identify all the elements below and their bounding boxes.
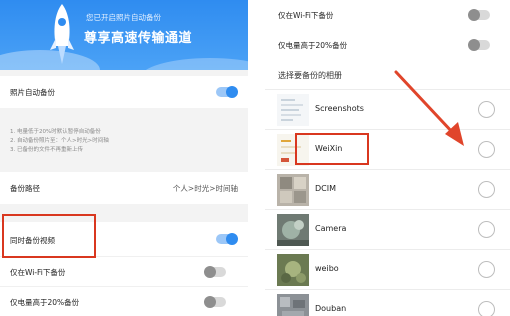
album-radio[interactable] [478, 301, 495, 316]
banner-subtitle: 您已开启照片自动备份 [86, 13, 161, 22]
backup-notes: 1. 电量低于20%时默认暂停自动备份 2. 自动备份照片至：个人>时光>时间轴… [10, 128, 109, 155]
note-3: 3. 已备份的文件不再重新上传 [10, 147, 83, 153]
wifi-only-row[interactable]: 仅在Wi-Fi下备份 [0, 256, 248, 286]
backup-banner: 您已开启照片自动备份 尊享高速传输通道 [0, 0, 248, 70]
wifi-only-label: 仅在Wi-Fi下备份 [10, 268, 66, 277]
backup-path-value: 个人>时光>时间轴 [172, 184, 238, 193]
album-thumbnail [277, 214, 309, 246]
album-thumbnail [277, 94, 309, 126]
album-section-title: 选择要备份的相册 [278, 71, 342, 80]
banner-title: 尊享高速传输通道 [84, 31, 193, 46]
backup-path-row[interactable]: 备份路径 个人>时光>时间轴 [0, 172, 248, 204]
album-name: Camera [315, 224, 347, 233]
album-thumbnail [277, 174, 309, 206]
note-2: 2. 自动备份照片至：个人>时光>时间轴 [10, 138, 109, 144]
battery-toggle[interactable] [204, 296, 226, 308]
battery-row[interactable]: 仅电量高于20%备份 [0, 286, 248, 316]
backup-video-toggle[interactable] [216, 233, 238, 245]
album-radio[interactable] [478, 221, 495, 238]
album-thumbnail [277, 294, 309, 316]
right-wifi-only-toggle[interactable] [468, 9, 490, 21]
left-settings-panel: 您已开启照片自动备份 尊享高速传输通道 照片自动备份 1. 电量低于20%时默认… [0, 0, 248, 316]
highlight-weixin-album [295, 133, 369, 165]
album-name: Douban [315, 304, 347, 313]
album-row-douban[interactable]: Douban [265, 289, 510, 316]
right-battery-label: 仅电量高于20%备份 [278, 41, 348, 50]
battery-label: 仅电量高于20%备份 [10, 298, 80, 307]
right-battery-toggle[interactable] [468, 39, 490, 51]
right-settings-panel: 仅在Wi-Fi下备份 仅电量高于20%备份 选择要备份的相册 Screensho… [265, 0, 510, 316]
album-row-weibo[interactable]: weibo [265, 249, 510, 289]
album-radio[interactable] [478, 261, 495, 278]
wifi-only-toggle[interactable] [204, 266, 226, 278]
album-row-screenshots[interactable]: Screenshots [265, 89, 510, 129]
album-radio[interactable] [478, 101, 495, 118]
highlight-backup-video [2, 214, 96, 258]
album-row-dcim[interactable]: DCIM [265, 169, 510, 209]
album-radio[interactable] [478, 181, 495, 198]
rocket-icon [50, 4, 74, 64]
album-thumbnail [277, 254, 309, 286]
right-wifi-only-label: 仅在Wi-Fi下备份 [278, 11, 334, 20]
auto-backup-label: 照片自动备份 [10, 88, 55, 97]
album-row-camera[interactable]: Camera [265, 209, 510, 249]
album-name: Screenshots [315, 104, 364, 113]
auto-backup-toggle[interactable] [216, 86, 238, 98]
auto-backup-row[interactable]: 照片自动备份 [0, 76, 248, 108]
backup-path-label: 备份路径 [10, 184, 40, 193]
note-1: 1. 电量低于20%时默认暂停自动备份 [10, 129, 101, 135]
album-name: weibo [315, 264, 339, 273]
album-name: DCIM [315, 184, 337, 193]
album-radio[interactable] [478, 141, 495, 158]
